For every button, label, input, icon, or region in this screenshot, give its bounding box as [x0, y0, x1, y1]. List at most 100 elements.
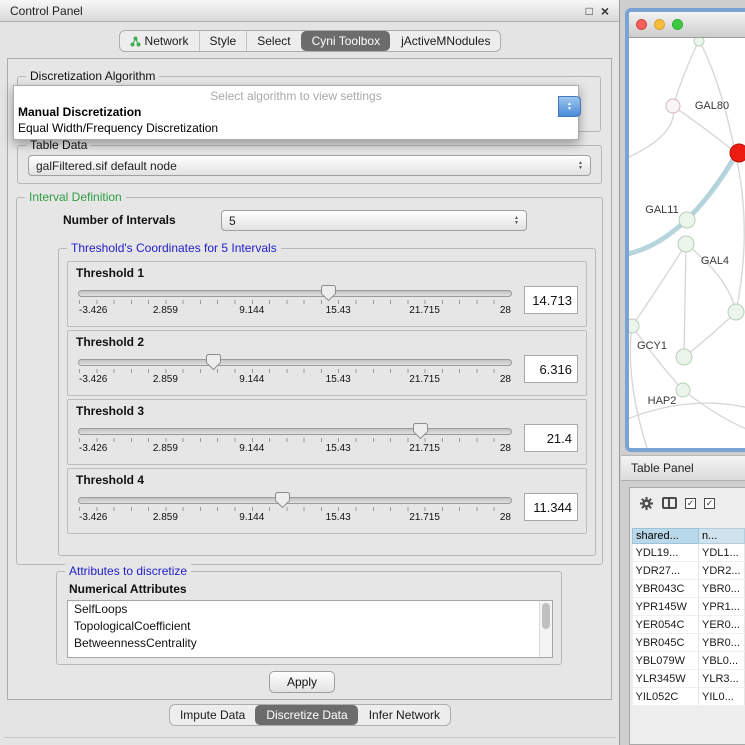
- scale-label: -3.426: [79, 512, 107, 523]
- scale-label: 9.144: [239, 374, 264, 385]
- scale-label: 21.715: [409, 512, 440, 523]
- network-node[interactable]: [728, 304, 744, 320]
- slider-thumb[interactable]: [413, 423, 428, 439]
- scale-label: 21.715: [409, 443, 440, 454]
- list-scrollbar[interactable]: [539, 601, 552, 657]
- table-row[interactable]: YPR145WYPR1...: [633, 598, 745, 616]
- network-edge: [735, 152, 744, 312]
- close-window-icon[interactable]: [636, 19, 647, 30]
- tab-cyni-toolbox[interactable]: Cyni Toolbox: [301, 31, 390, 51]
- slider-thumb[interactable]: [206, 354, 221, 370]
- network-edge: [684, 244, 686, 357]
- check-all-icon[interactable]: ✓: [685, 498, 696, 509]
- column-header[interactable]: shared...: [633, 529, 699, 544]
- threshold-slider[interactable]: -3.4262.8599.14415.4321.71528: [76, 490, 514, 524]
- network-view-window: GAL80GAL11GAL4GCY1HAP2: [625, 8, 745, 452]
- threshold-slider[interactable]: -3.4262.8599.14415.4321.71528: [76, 352, 514, 386]
- column-header[interactable]: n...: [699, 529, 745, 544]
- table-cell: YLR3...: [699, 670, 745, 688]
- bottom-tabs-area: Impute Data Discretize DataInfer Network: [0, 704, 620, 726]
- float-window-icon[interactable]: □: [586, 4, 593, 18]
- network-node[interactable]: [679, 212, 695, 228]
- tab-network[interactable]: Network: [120, 31, 199, 51]
- slider-thumb[interactable]: [275, 492, 290, 508]
- table-row[interactable]: YLR345WYLR3...: [633, 670, 745, 688]
- gear-icon[interactable]: [639, 496, 654, 511]
- apply-button[interactable]: Apply: [269, 671, 335, 693]
- tab-discretize-data[interactable]: Discretize Data: [255, 705, 357, 725]
- network-node[interactable]: [666, 99, 680, 113]
- numerical-attributes-list[interactable]: SelfLoopsTopologicalCoefficientBetweenne…: [67, 600, 553, 658]
- table-row[interactable]: YIL052CYIL0...: [633, 688, 745, 706]
- threshold-value-field[interactable]: 21.4: [524, 424, 578, 452]
- num-intervals-combobox[interactable]: 5 ▲ ▼: [221, 210, 527, 231]
- table-row[interactable]: YDL19...YDL1...: [633, 544, 745, 562]
- close-icon[interactable]: ×: [601, 5, 609, 17]
- slider-scale: -3.4262.8599.14415.4321.71528: [79, 443, 511, 455]
- slider-track[interactable]: [78, 290, 512, 297]
- list-item[interactable]: BetweennessCentrality: [68, 635, 552, 652]
- num-intervals-label: Number of Intervals: [63, 213, 176, 227]
- network-canvas[interactable]: GAL80GAL11GAL4GCY1HAP2: [629, 38, 745, 448]
- threshold-slider[interactable]: -3.4262.8599.14415.4321.71528: [76, 283, 514, 317]
- network-node[interactable]: [629, 319, 639, 333]
- table-data-value: galFiltered.sif default node: [36, 159, 177, 173]
- network-node[interactable]: [676, 349, 692, 365]
- slider-scale: -3.4262.8599.14415.4321.71528: [79, 512, 511, 524]
- tab-infer-network[interactable]: Infer Network: [358, 705, 450, 725]
- tab-jactivemnodules[interactable]: jActiveMNodules: [390, 31, 500, 51]
- network-node[interactable]: [678, 236, 694, 252]
- control-panel-window: Control Panel □ × NetworkStyleSelectCyni…: [0, 0, 620, 745]
- slider-track[interactable]: [78, 497, 512, 504]
- minimize-window-icon[interactable]: [654, 19, 665, 30]
- zoom-window-icon[interactable]: [672, 19, 683, 30]
- table-data-group-title: Table Data: [26, 138, 91, 152]
- threshold-value-field[interactable]: 6.316: [524, 355, 578, 383]
- table-cell: YPR1...: [699, 598, 745, 616]
- algorithm-combo-arrows-icon[interactable]: ▲ ▼: [558, 96, 581, 117]
- table-panel-window: ✓ ✓ shared...n... YDL19...YDL1...YDR27..…: [629, 487, 745, 745]
- tab-style[interactable]: Style: [199, 31, 247, 51]
- table-cell: YBL079W: [633, 652, 699, 670]
- scale-label: 2.859: [153, 374, 178, 385]
- table-row[interactable]: YBR045CYBR0...: [633, 634, 745, 652]
- table-row[interactable]: YBR043CYBR0...: [633, 580, 745, 598]
- network-window-titlebar[interactable]: [629, 12, 745, 38]
- columns-icon[interactable]: [662, 497, 677, 509]
- threshold-group: Threshold 2-3.4262.8599.14415.4321.71528…: [67, 330, 587, 396]
- threshold-value-field[interactable]: 11.344: [524, 493, 578, 521]
- scale-label: 15.43: [326, 443, 351, 454]
- scrollbar-thumb[interactable]: [542, 603, 550, 629]
- network-node[interactable]: [730, 144, 745, 162]
- list-item[interactable]: SelfLoops: [68, 601, 552, 618]
- network-node[interactable]: [676, 383, 690, 397]
- numerical-attributes-label: Numerical Attributes: [69, 582, 187, 596]
- threshold-label: Threshold 4: [76, 473, 578, 487]
- network-node[interactable]: [694, 38, 704, 46]
- slider-thumb[interactable]: [321, 285, 336, 301]
- threshold-value-field[interactable]: 14.713: [524, 286, 578, 314]
- table-cell: YDL1...: [699, 544, 745, 562]
- scale-label: 9.144: [239, 443, 264, 454]
- algorithm-option-equal-width[interactable]: Equal Width/Frequency Discretization: [14, 120, 578, 136]
- slider-track[interactable]: [78, 359, 512, 366]
- table-row[interactable]: YDR27...YDR2...: [633, 562, 745, 580]
- table-data-combobox[interactable]: galFiltered.sif default node ▲ ▼: [28, 155, 591, 176]
- uncheck-all-icon[interactable]: ✓: [704, 498, 715, 509]
- network-node-label: GAL11: [645, 204, 678, 216]
- threshold-label: Threshold 1: [76, 266, 578, 280]
- table-row[interactable]: YBL079WYBL0...: [633, 652, 745, 670]
- algorithm-option-manual[interactable]: Manual Discretization: [14, 104, 578, 120]
- thresholds-group-title: Threshold's Coordinates for 5 Intervals: [67, 241, 281, 255]
- num-intervals-value: 5: [229, 214, 236, 228]
- scale-label: -3.426: [79, 305, 107, 316]
- list-item[interactable]: TopologicalCoefficient: [68, 618, 552, 635]
- table-row[interactable]: YER054CYER0...: [633, 616, 745, 634]
- tab-label: Impute Data: [180, 708, 245, 722]
- tab-impute-data[interactable]: Impute Data: [170, 705, 255, 725]
- algorithm-option-placeholder[interactable]: Select algorithm to view settings: [14, 88, 578, 104]
- threshold-slider[interactable]: -3.4262.8599.14415.4321.71528: [76, 421, 514, 455]
- table-cell: YBR0...: [699, 580, 745, 598]
- tab-select[interactable]: Select: [246, 31, 300, 51]
- slider-track[interactable]: [78, 428, 512, 435]
